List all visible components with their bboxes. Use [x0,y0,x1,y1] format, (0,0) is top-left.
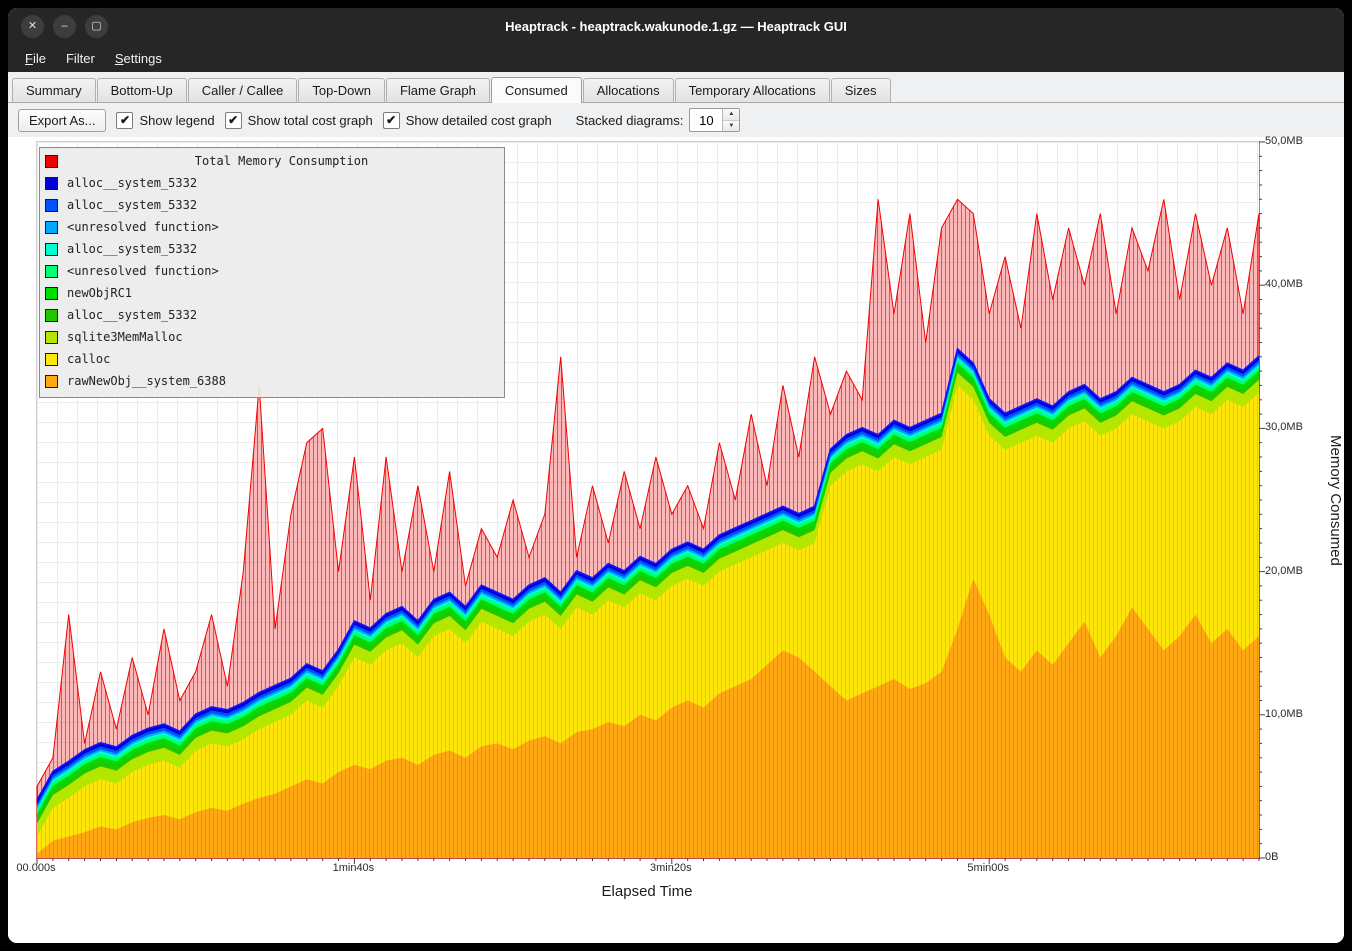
legend-row: calloc [45,348,496,370]
legend-item-label: rawNewObj__system_6388 [67,374,226,388]
menubar: File Filter Settings [8,45,1344,72]
x-tick-label: 1min40s [333,862,375,874]
legend-title: Total Memory Consumption [67,154,496,168]
close-button[interactable]: ✕ [21,15,44,38]
legend-color-swatch [45,155,58,168]
show-detailed-cost-checkbox[interactable]: ✔ [383,112,400,129]
legend-item-label: sqlite3MemMalloc [67,330,183,344]
x-tick-label: 3min20s [650,862,692,874]
y-tick-label: 10,0MB [1265,708,1303,720]
legend-row: alloc__system_5332 [45,304,496,326]
legend-row: alloc__system_5332 [45,238,496,260]
tab-consumed[interactable]: Consumed [491,77,582,103]
chart-legend: Total Memory Consumption alloc__system_53… [39,147,505,398]
minimize-icon: – [61,21,67,32]
legend-item-label: newObjRC1 [67,286,132,300]
stacked-diagrams-label: Stacked diagrams: [576,113,684,128]
legend-item-label: alloc__system_5332 [67,242,197,256]
tab-temporary-allocations[interactable]: Temporary Allocations [675,78,830,102]
spinner-up-button[interactable]: ▲ [723,109,739,121]
show-total-cost-label: Show total cost graph [248,113,373,128]
legend-color-swatch [45,309,58,322]
x-axis: 00.000s1min40s3min20s5min00s [36,859,1258,876]
legend-color-swatch [45,221,58,234]
maximize-icon: ▢ [91,21,101,32]
tab-top-down[interactable]: Top-Down [298,78,385,102]
menu-filter[interactable]: Filter [57,47,104,70]
chart-plot[interactable]: Total Memory Consumption alloc__system_53… [36,141,1260,859]
y-tick-label: 0B [1265,851,1278,863]
export-as-button[interactable]: Export As... [18,109,106,132]
menu-file[interactable]: File [16,47,55,70]
legend-item-label: alloc__system_5332 [67,198,197,212]
legend-color-swatch [45,353,58,366]
titlebar: ✕ – ▢ Heaptrack - heaptrack.wakunode.1.g… [8,8,1344,45]
y-tick-label: 50,0MB [1265,135,1303,147]
y-axis-title-wrap: Memory Consumed [1327,141,1344,859]
stacked-diagrams-spinner[interactable]: ▲ ▼ [689,108,740,132]
x-tick-label: 5min00s [967,862,1009,874]
legend-color-swatch [45,243,58,256]
show-legend-checkbox[interactable]: ✔ [116,112,133,129]
tab-bottom-up[interactable]: Bottom-Up [97,78,187,102]
minimize-button[interactable]: – [53,15,76,38]
toolbar: Export As... ✔ Show legend ✔ Show total … [8,103,1344,137]
legend-row: sqlite3MemMalloc [45,326,496,348]
y-axis-title: Memory Consumed [1327,435,1344,566]
legend-color-swatch [45,199,58,212]
legend-color-swatch [45,265,58,278]
y-axis: 0B10,0MB20,0MB30,0MB40,0MB50,0MB [1265,141,1327,859]
maximize-button[interactable]: ▢ [85,15,108,38]
legend-row: rawNewObj__system_6388 [45,370,496,392]
legend-color-swatch [45,287,58,300]
show-detailed-cost-label: Show detailed cost graph [406,113,552,128]
legend-color-swatch [45,177,58,190]
legend-title-row: Total Memory Consumption [45,150,496,172]
check-icon: ✔ [120,114,130,126]
tab-summary[interactable]: Summary [12,78,96,102]
legend-row: <unresolved function> [45,260,496,282]
y-tick-label: 20,0MB [1265,565,1303,577]
window-controls: ✕ – ▢ [8,15,108,38]
stacked-diagrams-group: Stacked diagrams: ▲ ▼ [576,108,741,132]
chevron-down-icon: ▼ [728,123,734,129]
tab-bar: Summary Bottom-Up Caller / Callee Top-Do… [8,72,1344,103]
legend-item-label: alloc__system_5332 [67,308,197,322]
legend-color-swatch [45,331,58,344]
show-total-cost-checkbox[interactable]: ✔ [225,112,242,129]
chevron-up-icon: ▲ [728,111,734,117]
show-total-cost-option: ✔ Show total cost graph [225,112,373,129]
tab-sizes[interactable]: Sizes [831,78,891,102]
tab-caller-callee[interactable]: Caller / Callee [188,78,298,102]
legend-row: <unresolved function> [45,216,496,238]
show-legend-option: ✔ Show legend [116,112,214,129]
spinner-buttons: ▲ ▼ [722,109,739,131]
show-legend-label: Show legend [139,113,214,128]
legend-item-label: calloc [67,352,110,366]
tab-flame-graph[interactable]: Flame Graph [386,78,490,102]
tab-allocations[interactable]: Allocations [583,78,674,102]
check-icon: ✔ [228,114,238,126]
legend-row: newObjRC1 [45,282,496,304]
show-detailed-cost-option: ✔ Show detailed cost graph [383,112,552,129]
stacked-diagrams-input[interactable] [690,109,722,131]
legend-item-label: alloc__system_5332 [67,176,197,190]
close-icon: ✕ [28,21,37,32]
y-tick-label: 30,0MB [1265,421,1303,433]
legend-row: alloc__system_5332 [45,194,496,216]
check-icon: ✔ [386,114,396,126]
app-window: ✕ – ▢ Heaptrack - heaptrack.wakunode.1.g… [8,8,1344,943]
x-tick-label: 00.000s [16,862,55,874]
y-tick-label: 40,0MB [1265,278,1303,290]
legend-item-label: <unresolved function> [67,264,219,278]
menu-settings[interactable]: Settings [106,47,171,70]
x-axis-title: Elapsed Time [36,883,1258,900]
legend-color-swatch [45,375,58,388]
legend-item-label: <unresolved function> [67,220,219,234]
chart-area: Total Memory Consumption alloc__system_53… [8,137,1344,943]
legend-row: alloc__system_5332 [45,172,496,194]
window-title: Heaptrack - heaptrack.wakunode.1.gz — He… [8,19,1344,34]
spinner-down-button[interactable]: ▼ [723,121,739,132]
